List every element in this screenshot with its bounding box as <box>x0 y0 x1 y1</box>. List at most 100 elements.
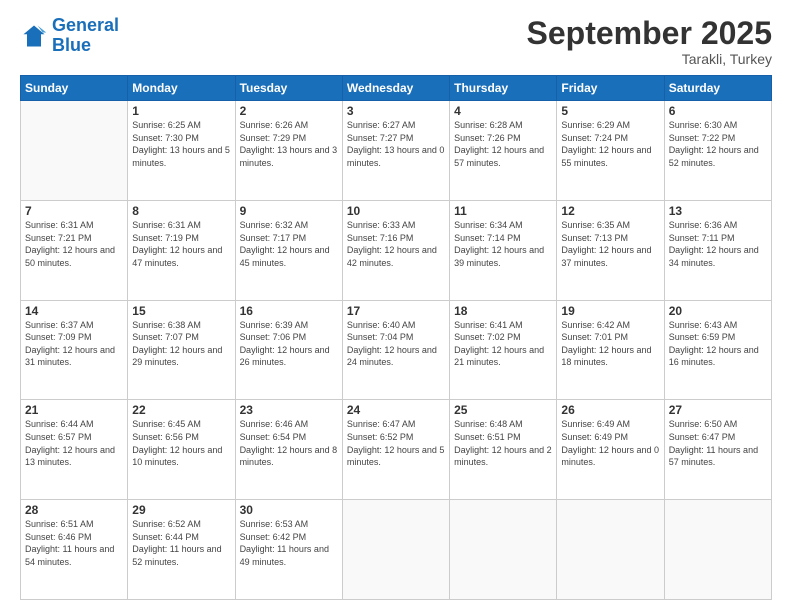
sunrise-text: Sunrise: 6:31 AM <box>25 219 123 232</box>
daylight-text: Daylight: 12 hours and 5 minutes. <box>347 444 445 469</box>
day-number: 9 <box>240 204 338 218</box>
sunrise-text: Sunrise: 6:46 AM <box>240 418 338 431</box>
month-title: September 2025 <box>527 16 772 51</box>
daylight-text: Daylight: 11 hours and 52 minutes. <box>132 543 230 568</box>
sunrise-text: Sunrise: 6:25 AM <box>132 119 230 132</box>
day-number: 19 <box>561 304 659 318</box>
table-row: 29 Sunrise: 6:52 AM Sunset: 6:44 PM Dayl… <box>128 500 235 600</box>
day-number: 25 <box>454 403 552 417</box>
day-info: Sunrise: 6:44 AM Sunset: 6:57 PM Dayligh… <box>25 418 123 468</box>
daylight-text: Daylight: 13 hours and 0 minutes. <box>347 144 445 169</box>
table-row: 30 Sunrise: 6:53 AM Sunset: 6:42 PM Dayl… <box>235 500 342 600</box>
sunrise-text: Sunrise: 6:38 AM <box>132 319 230 332</box>
table-row <box>557 500 664 600</box>
sunrise-text: Sunrise: 6:48 AM <box>454 418 552 431</box>
table-row: 6 Sunrise: 6:30 AM Sunset: 7:22 PM Dayli… <box>664 101 771 201</box>
location: Tarakli, Turkey <box>527 51 772 67</box>
daylight-text: Daylight: 12 hours and 13 minutes. <box>25 444 123 469</box>
table-row: 12 Sunrise: 6:35 AM Sunset: 7:13 PM Dayl… <box>557 200 664 300</box>
logo-line1: General <box>52 15 119 35</box>
day-info: Sunrise: 6:38 AM Sunset: 7:07 PM Dayligh… <box>132 319 230 369</box>
table-row: 20 Sunrise: 6:43 AM Sunset: 6:59 PM Dayl… <box>664 300 771 400</box>
daylight-text: Daylight: 12 hours and 55 minutes. <box>561 144 659 169</box>
day-info: Sunrise: 6:32 AM Sunset: 7:17 PM Dayligh… <box>240 219 338 269</box>
day-number: 15 <box>132 304 230 318</box>
calendar-week-row: 14 Sunrise: 6:37 AM Sunset: 7:09 PM Dayl… <box>21 300 772 400</box>
day-info: Sunrise: 6:42 AM Sunset: 7:01 PM Dayligh… <box>561 319 659 369</box>
sunrise-text: Sunrise: 6:30 AM <box>669 119 767 132</box>
sunrise-text: Sunrise: 6:44 AM <box>25 418 123 431</box>
day-number: 16 <box>240 304 338 318</box>
day-number: 13 <box>669 204 767 218</box>
daylight-text: Daylight: 12 hours and 47 minutes. <box>132 244 230 269</box>
daylight-text: Daylight: 12 hours and 37 minutes. <box>561 244 659 269</box>
sunset-text: Sunset: 7:27 PM <box>347 132 445 145</box>
sunrise-text: Sunrise: 6:42 AM <box>561 319 659 332</box>
day-info: Sunrise: 6:47 AM Sunset: 6:52 PM Dayligh… <box>347 418 445 468</box>
day-number: 8 <box>132 204 230 218</box>
daylight-text: Daylight: 12 hours and 29 minutes. <box>132 344 230 369</box>
sunrise-text: Sunrise: 6:32 AM <box>240 219 338 232</box>
sunrise-text: Sunrise: 6:27 AM <box>347 119 445 132</box>
day-info: Sunrise: 6:34 AM Sunset: 7:14 PM Dayligh… <box>454 219 552 269</box>
col-saturday: Saturday <box>664 76 771 101</box>
day-number: 12 <box>561 204 659 218</box>
table-row: 25 Sunrise: 6:48 AM Sunset: 6:51 PM Dayl… <box>450 400 557 500</box>
day-info: Sunrise: 6:33 AM Sunset: 7:16 PM Dayligh… <box>347 219 445 269</box>
day-number: 4 <box>454 104 552 118</box>
table-row: 22 Sunrise: 6:45 AM Sunset: 6:56 PM Dayl… <box>128 400 235 500</box>
table-row: 9 Sunrise: 6:32 AM Sunset: 7:17 PM Dayli… <box>235 200 342 300</box>
day-info: Sunrise: 6:43 AM Sunset: 6:59 PM Dayligh… <box>669 319 767 369</box>
col-tuesday: Tuesday <box>235 76 342 101</box>
daylight-text: Daylight: 11 hours and 54 minutes. <box>25 543 123 568</box>
sunset-text: Sunset: 7:29 PM <box>240 132 338 145</box>
sunset-text: Sunset: 7:21 PM <box>25 232 123 245</box>
sunset-text: Sunset: 7:09 PM <box>25 331 123 344</box>
table-row: 15 Sunrise: 6:38 AM Sunset: 7:07 PM Dayl… <box>128 300 235 400</box>
day-info: Sunrise: 6:37 AM Sunset: 7:09 PM Dayligh… <box>25 319 123 369</box>
daylight-text: Daylight: 12 hours and 52 minutes. <box>669 144 767 169</box>
day-number: 20 <box>669 304 767 318</box>
day-info: Sunrise: 6:46 AM Sunset: 6:54 PM Dayligh… <box>240 418 338 468</box>
table-row: 16 Sunrise: 6:39 AM Sunset: 7:06 PM Dayl… <box>235 300 342 400</box>
sunrise-text: Sunrise: 6:36 AM <box>669 219 767 232</box>
table-row: 1 Sunrise: 6:25 AM Sunset: 7:30 PM Dayli… <box>128 101 235 201</box>
day-number: 29 <box>132 503 230 517</box>
sunset-text: Sunset: 6:47 PM <box>669 431 767 444</box>
sunrise-text: Sunrise: 6:33 AM <box>347 219 445 232</box>
daylight-text: Daylight: 12 hours and 26 minutes. <box>240 344 338 369</box>
daylight-text: Daylight: 12 hours and 24 minutes. <box>347 344 445 369</box>
day-info: Sunrise: 6:49 AM Sunset: 6:49 PM Dayligh… <box>561 418 659 468</box>
day-number: 22 <box>132 403 230 417</box>
day-info: Sunrise: 6:51 AM Sunset: 6:46 PM Dayligh… <box>25 518 123 568</box>
sunset-text: Sunset: 6:57 PM <box>25 431 123 444</box>
table-row: 23 Sunrise: 6:46 AM Sunset: 6:54 PM Dayl… <box>235 400 342 500</box>
day-number: 7 <box>25 204 123 218</box>
sunset-text: Sunset: 7:24 PM <box>561 132 659 145</box>
sunrise-text: Sunrise: 6:35 AM <box>561 219 659 232</box>
col-sunday: Sunday <box>21 76 128 101</box>
calendar-week-row: 7 Sunrise: 6:31 AM Sunset: 7:21 PM Dayli… <box>21 200 772 300</box>
day-info: Sunrise: 6:36 AM Sunset: 7:11 PM Dayligh… <box>669 219 767 269</box>
sunrise-text: Sunrise: 6:52 AM <box>132 518 230 531</box>
table-row: 24 Sunrise: 6:47 AM Sunset: 6:52 PM Dayl… <box>342 400 449 500</box>
day-number: 21 <box>25 403 123 417</box>
table-row: 2 Sunrise: 6:26 AM Sunset: 7:29 PM Dayli… <box>235 101 342 201</box>
daylight-text: Daylight: 12 hours and 50 minutes. <box>25 244 123 269</box>
table-row: 8 Sunrise: 6:31 AM Sunset: 7:19 PM Dayli… <box>128 200 235 300</box>
daylight-text: Daylight: 13 hours and 3 minutes. <box>240 144 338 169</box>
day-number: 5 <box>561 104 659 118</box>
title-block: September 2025 Tarakli, Turkey <box>527 16 772 67</box>
day-number: 17 <box>347 304 445 318</box>
day-info: Sunrise: 6:30 AM Sunset: 7:22 PM Dayligh… <box>669 119 767 169</box>
sunset-text: Sunset: 7:11 PM <box>669 232 767 245</box>
day-info: Sunrise: 6:35 AM Sunset: 7:13 PM Dayligh… <box>561 219 659 269</box>
daylight-text: Daylight: 12 hours and 16 minutes. <box>669 344 767 369</box>
logo-text: General Blue <box>52 16 119 56</box>
table-row: 3 Sunrise: 6:27 AM Sunset: 7:27 PM Dayli… <box>342 101 449 201</box>
calendar-week-row: 1 Sunrise: 6:25 AM Sunset: 7:30 PM Dayli… <box>21 101 772 201</box>
table-row: 7 Sunrise: 6:31 AM Sunset: 7:21 PM Dayli… <box>21 200 128 300</box>
day-number: 26 <box>561 403 659 417</box>
day-number: 2 <box>240 104 338 118</box>
sunset-text: Sunset: 6:52 PM <box>347 431 445 444</box>
